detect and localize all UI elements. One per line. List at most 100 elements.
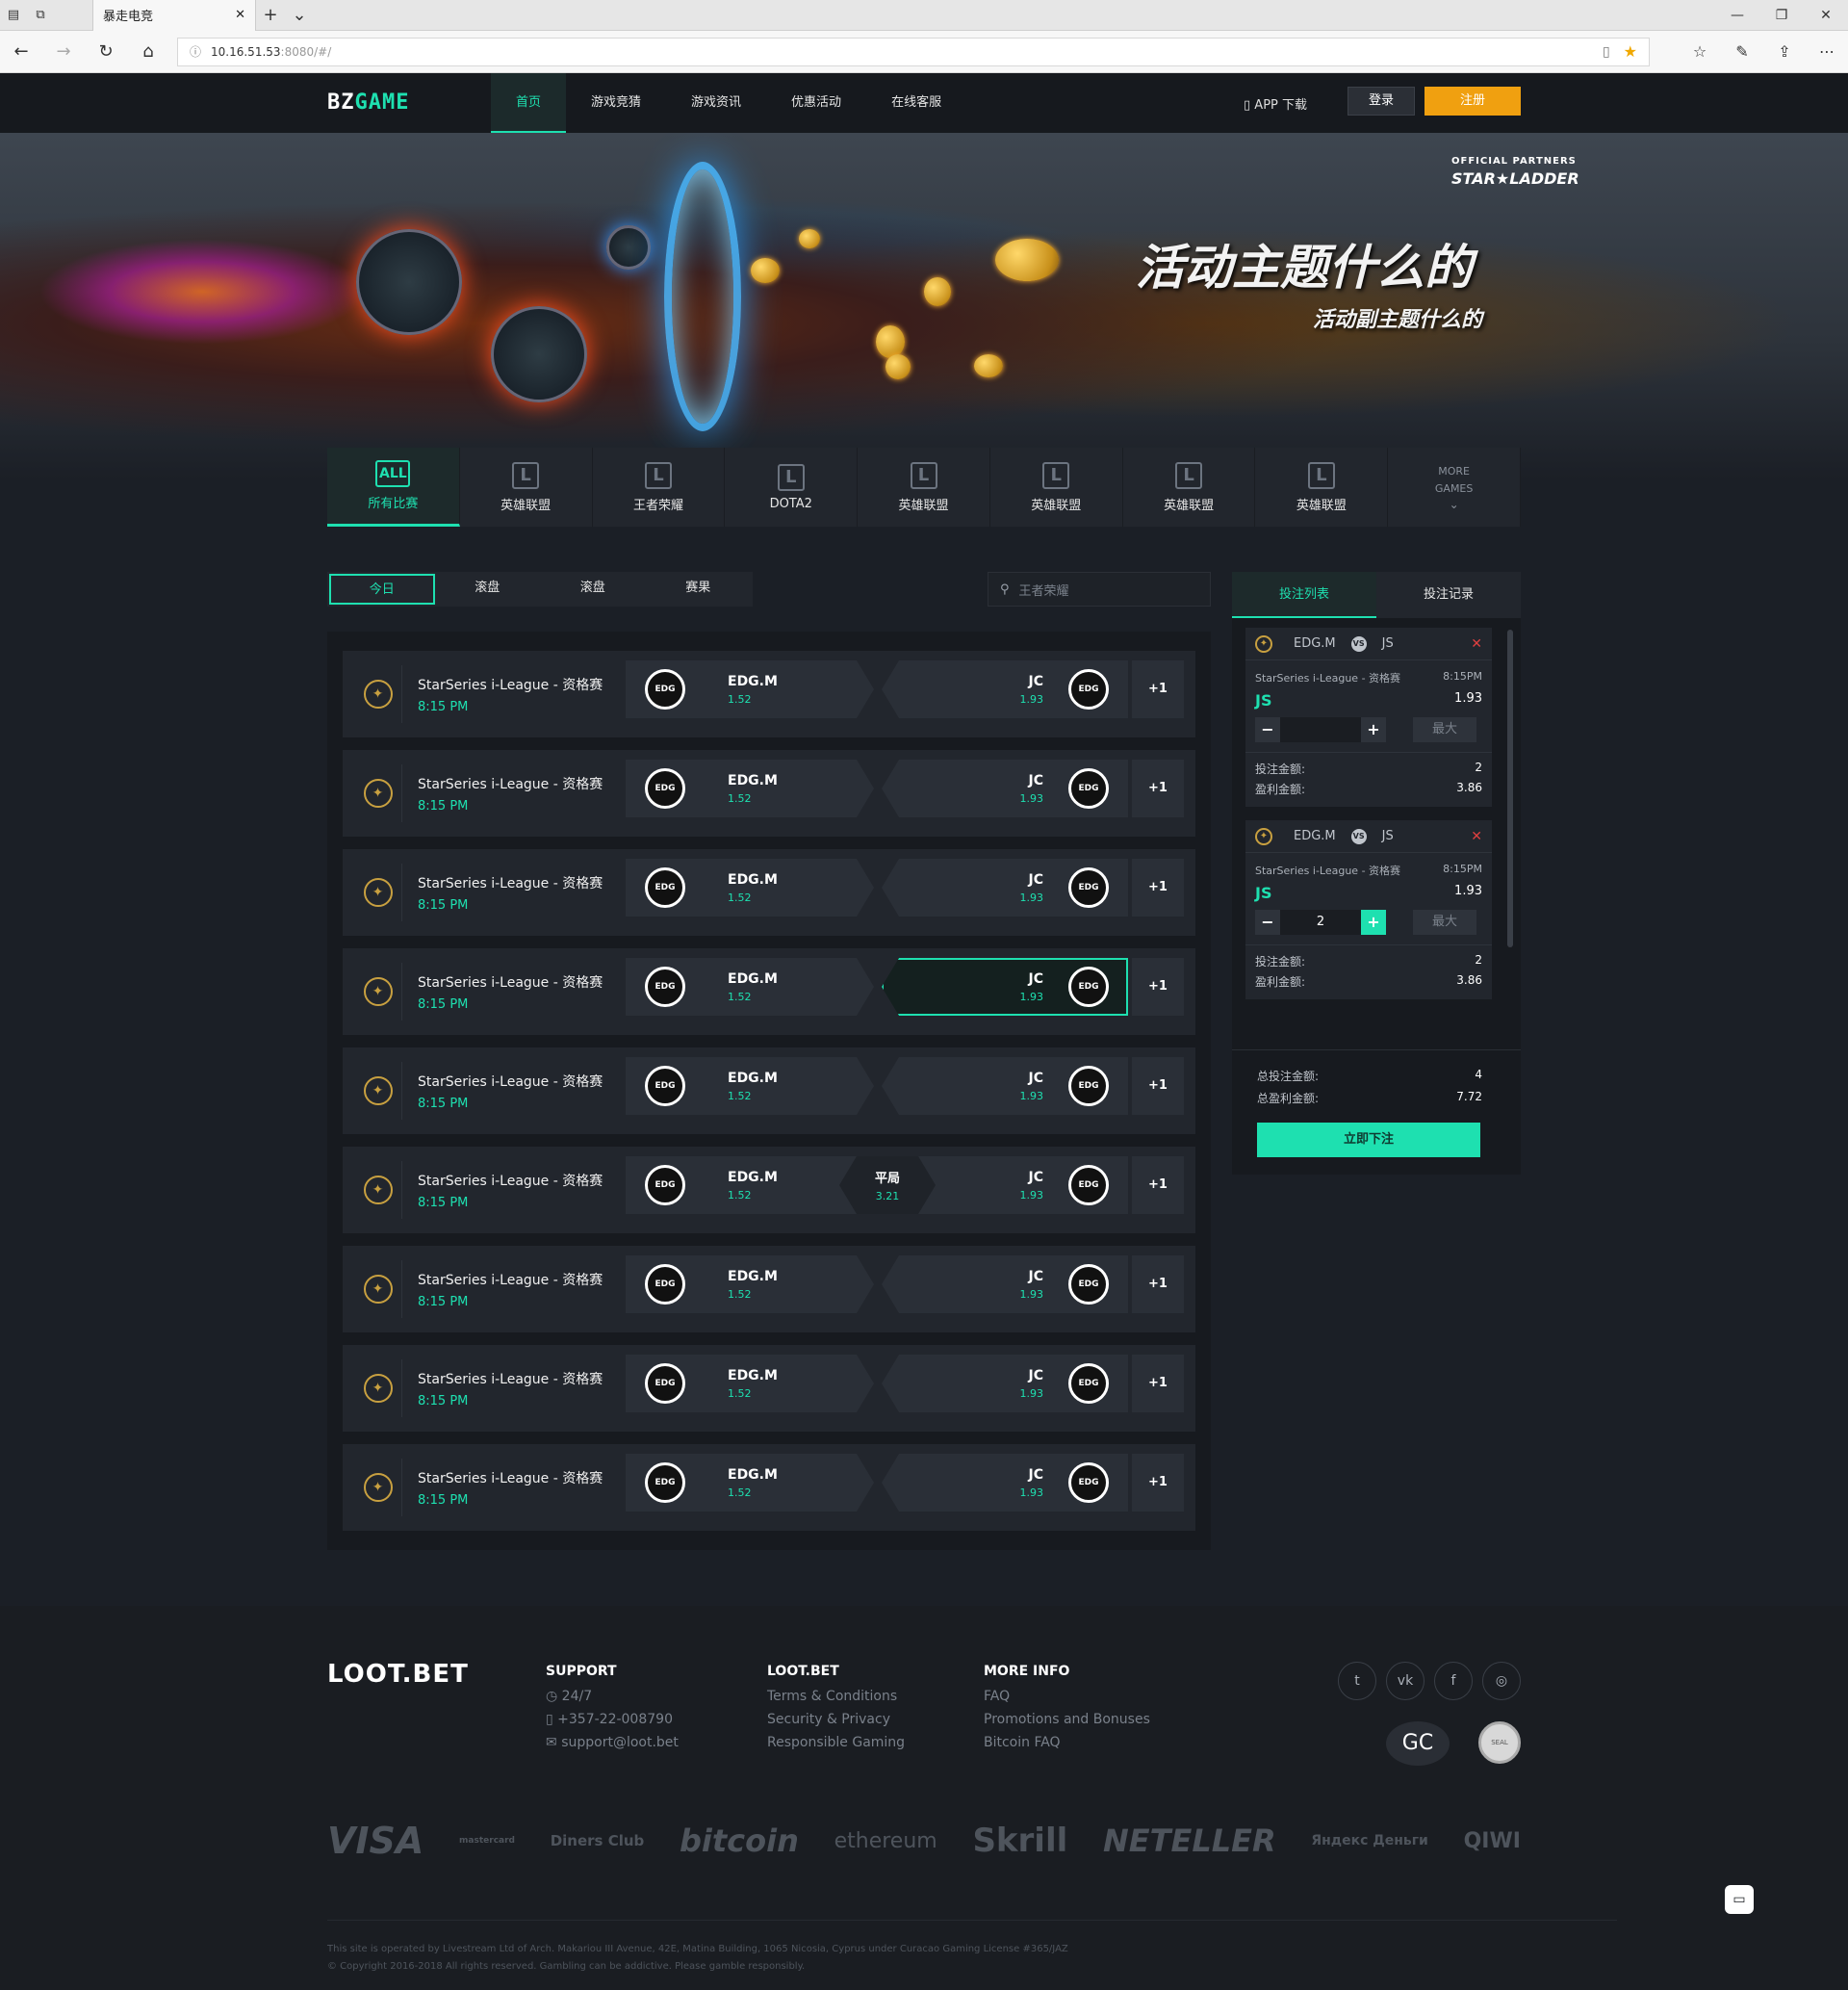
team2-odds-button[interactable]: JC 1.93 EDG xyxy=(882,660,1128,718)
new-tab-icon[interactable]: + xyxy=(256,5,285,25)
forward-icon[interactable]: → xyxy=(42,41,85,62)
privacy-link[interactable]: Security & Privacy xyxy=(767,1712,905,1727)
team2-odds-button[interactable]: JC 1.93 EDG xyxy=(882,760,1128,817)
team2-odds-button[interactable]: JC 1.93 EDG xyxy=(882,1454,1128,1512)
tab-list-chevron-icon[interactable]: ⌄ xyxy=(285,5,314,25)
decrease-stake-button[interactable]: − xyxy=(1255,717,1280,742)
app-download-link[interactable]: ▯ APP 下载 xyxy=(1244,94,1307,113)
stake-input[interactable] xyxy=(1280,717,1361,742)
max-stake-button[interactable]: 最大 xyxy=(1413,717,1476,742)
refresh-icon[interactable]: ↻ xyxy=(85,41,127,62)
draw-odds-button[interactable]: 平局 3.21 xyxy=(839,1156,936,1214)
game-tab[interactable]: L 英雄联盟 xyxy=(460,448,593,527)
game-tab[interactable]: L 英雄联盟 xyxy=(990,448,1123,527)
support-phone[interactable]: +357-22-008790 xyxy=(557,1712,673,1727)
team2-odds-button[interactable]: JC 1.93 EDG xyxy=(882,1255,1128,1313)
restore-icon[interactable]: ❐ xyxy=(1759,8,1804,23)
favorite-star-icon[interactable]: ★ xyxy=(1624,42,1637,61)
browser-tab[interactable]: 暴走电竞 ✕ xyxy=(92,0,256,31)
game-tab-all[interactable]: ALL 所有比赛 xyxy=(327,448,460,527)
nav-support[interactable]: 在线客服 xyxy=(866,73,966,133)
url-field[interactable]: ⓘ 10.16.51.53:8080/#/ ▯ ★ xyxy=(177,37,1650,66)
search-input[interactable]: ⚲ 王者荣耀 xyxy=(988,572,1211,607)
close-tab-icon[interactable]: ✕ xyxy=(235,8,245,22)
stake-input[interactable]: 2 xyxy=(1280,910,1361,935)
share-icon[interactable]: ⇪ xyxy=(1763,42,1806,61)
filter-live[interactable]: 滚盘 xyxy=(435,574,541,605)
game-tab[interactable]: L 王者荣耀 xyxy=(593,448,726,527)
register-button[interactable]: 注册 xyxy=(1424,87,1521,116)
support-email[interactable]: support@loot.bet xyxy=(561,1735,679,1750)
nav-betting[interactable]: 游戏竞猜 xyxy=(566,73,666,133)
game-tab[interactable]: L 英雄联盟 xyxy=(858,448,990,527)
remove-bet-icon[interactable]: ✕ xyxy=(1471,636,1482,652)
site-logo[interactable]: BZGAME xyxy=(327,90,409,115)
filter-today[interactable]: 今日 xyxy=(329,574,435,605)
favorites-icon[interactable]: ☆ xyxy=(1679,42,1721,61)
filter-results[interactable]: 赛果 xyxy=(646,574,752,605)
team1-odds-button[interactable]: EDG EDG.M 1.52 xyxy=(626,958,874,1016)
close-window-icon[interactable]: ✕ xyxy=(1804,8,1848,23)
twitter-icon[interactable]: t xyxy=(1338,1662,1376,1700)
more-markets-button[interactable]: +1 xyxy=(1132,958,1184,1016)
team2-odds-button[interactable]: JC 1.93 EDG xyxy=(882,859,1128,917)
team1-odds-button[interactable]: EDG EDG.M 1.52 xyxy=(626,1255,874,1313)
instagram-icon[interactable]: ◎ xyxy=(1482,1662,1521,1700)
facebook-icon[interactable]: f xyxy=(1434,1662,1473,1700)
more-markets-button[interactable]: +1 xyxy=(1132,1057,1184,1115)
team1-odds-button[interactable]: EDG EDG.M 1.52 xyxy=(626,1454,874,1512)
remove-bet-icon[interactable]: ✕ xyxy=(1471,829,1482,844)
responsible-gaming-link[interactable]: Responsible Gaming xyxy=(767,1735,905,1750)
chat-icon[interactable]: ▭ xyxy=(1725,1885,1754,1914)
game-tab[interactable]: L DOTA2 xyxy=(725,448,859,527)
vk-icon[interactable]: vk xyxy=(1386,1662,1424,1700)
nav-news[interactable]: 游戏资讯 xyxy=(666,73,766,133)
window-menu-icon[interactable]: ▤ xyxy=(0,0,27,31)
home-icon[interactable]: ⌂ xyxy=(127,41,169,62)
more-markets-button[interactable]: +1 xyxy=(1132,1454,1184,1512)
more-markets-button[interactable]: +1 xyxy=(1132,660,1184,718)
team1-odds-button[interactable]: EDG EDG.M 1.52 xyxy=(626,859,874,917)
more-markets-button[interactable]: +1 xyxy=(1132,1156,1184,1214)
team2-odds-button[interactable]: JC 1.93 EDG xyxy=(882,958,1128,1016)
more-games-button[interactable]: MORE GAMES ⌄ xyxy=(1388,448,1522,527)
tab-aside-icon[interactable]: ⧉ xyxy=(27,0,54,31)
place-bet-button[interactable]: 立即下注 xyxy=(1257,1123,1480,1157)
more-markets-button[interactable]: +1 xyxy=(1132,1355,1184,1412)
team1-odds: 1.52 xyxy=(728,692,752,706)
more-icon[interactable]: ⋯ xyxy=(1806,42,1848,61)
tab-bet-list[interactable]: 投注列表 xyxy=(1232,572,1376,618)
more-markets-button[interactable]: +1 xyxy=(1132,760,1184,817)
scrollbar[interactable] xyxy=(1507,630,1513,947)
login-button[interactable]: 登录 xyxy=(1348,87,1415,116)
more-markets-button[interactable]: +1 xyxy=(1132,859,1184,917)
promotions-link[interactable]: Promotions and Bonuses xyxy=(984,1712,1150,1727)
reading-view-icon[interactable]: ▯ xyxy=(1603,44,1610,60)
nav-promotions[interactable]: 优惠活动 xyxy=(766,73,866,133)
nav-home[interactable]: 首页 xyxy=(491,73,567,133)
terms-link[interactable]: Terms & Conditions xyxy=(767,1689,905,1704)
max-stake-button[interactable]: 最大 xyxy=(1413,910,1476,935)
minimize-icon[interactable]: — xyxy=(1715,8,1759,23)
increase-stake-button[interactable]: + xyxy=(1361,717,1386,742)
team1-odds-button[interactable]: EDG EDG.M 1.52 xyxy=(626,760,874,817)
back-icon[interactable]: ← xyxy=(0,41,42,62)
filter-live[interactable]: 滚盘 xyxy=(540,574,646,605)
tab-bet-history[interactable]: 投注记录 xyxy=(1376,572,1521,618)
increase-stake-button[interactable]: + xyxy=(1361,910,1386,935)
team1-odds-button[interactable]: EDG EDG.M 1.52 xyxy=(626,660,874,718)
pen-icon[interactable]: ✎ xyxy=(1721,42,1763,61)
team2-odds-button[interactable]: JC 1.93 EDG xyxy=(882,1355,1128,1412)
team2-odds-button[interactable]: JC 1.93 EDG xyxy=(882,1057,1128,1115)
bitcoin-faq-link[interactable]: Bitcoin FAQ xyxy=(984,1735,1150,1750)
team1-odds-button[interactable]: EDG EDG.M 1.52 xyxy=(626,1355,874,1412)
team1-odds-button[interactable]: EDG EDG.M 1.52 xyxy=(626,1057,874,1115)
team1-odds-button[interactable]: EDG EDG.M 1.52 xyxy=(626,1156,874,1214)
faq-link[interactable]: FAQ xyxy=(984,1689,1150,1704)
team1-odds: 1.52 xyxy=(728,791,752,805)
hero-banner[interactable]: OFFICIAL PARTNERS STAR★LADDER 活动主题什么的 活动… xyxy=(0,133,1848,479)
more-markets-button[interactable]: +1 xyxy=(1132,1255,1184,1313)
game-tab[interactable]: L 英雄联盟 xyxy=(1123,448,1256,527)
decrease-stake-button[interactable]: − xyxy=(1255,910,1280,935)
game-tab[interactable]: L 英雄联盟 xyxy=(1255,448,1389,527)
